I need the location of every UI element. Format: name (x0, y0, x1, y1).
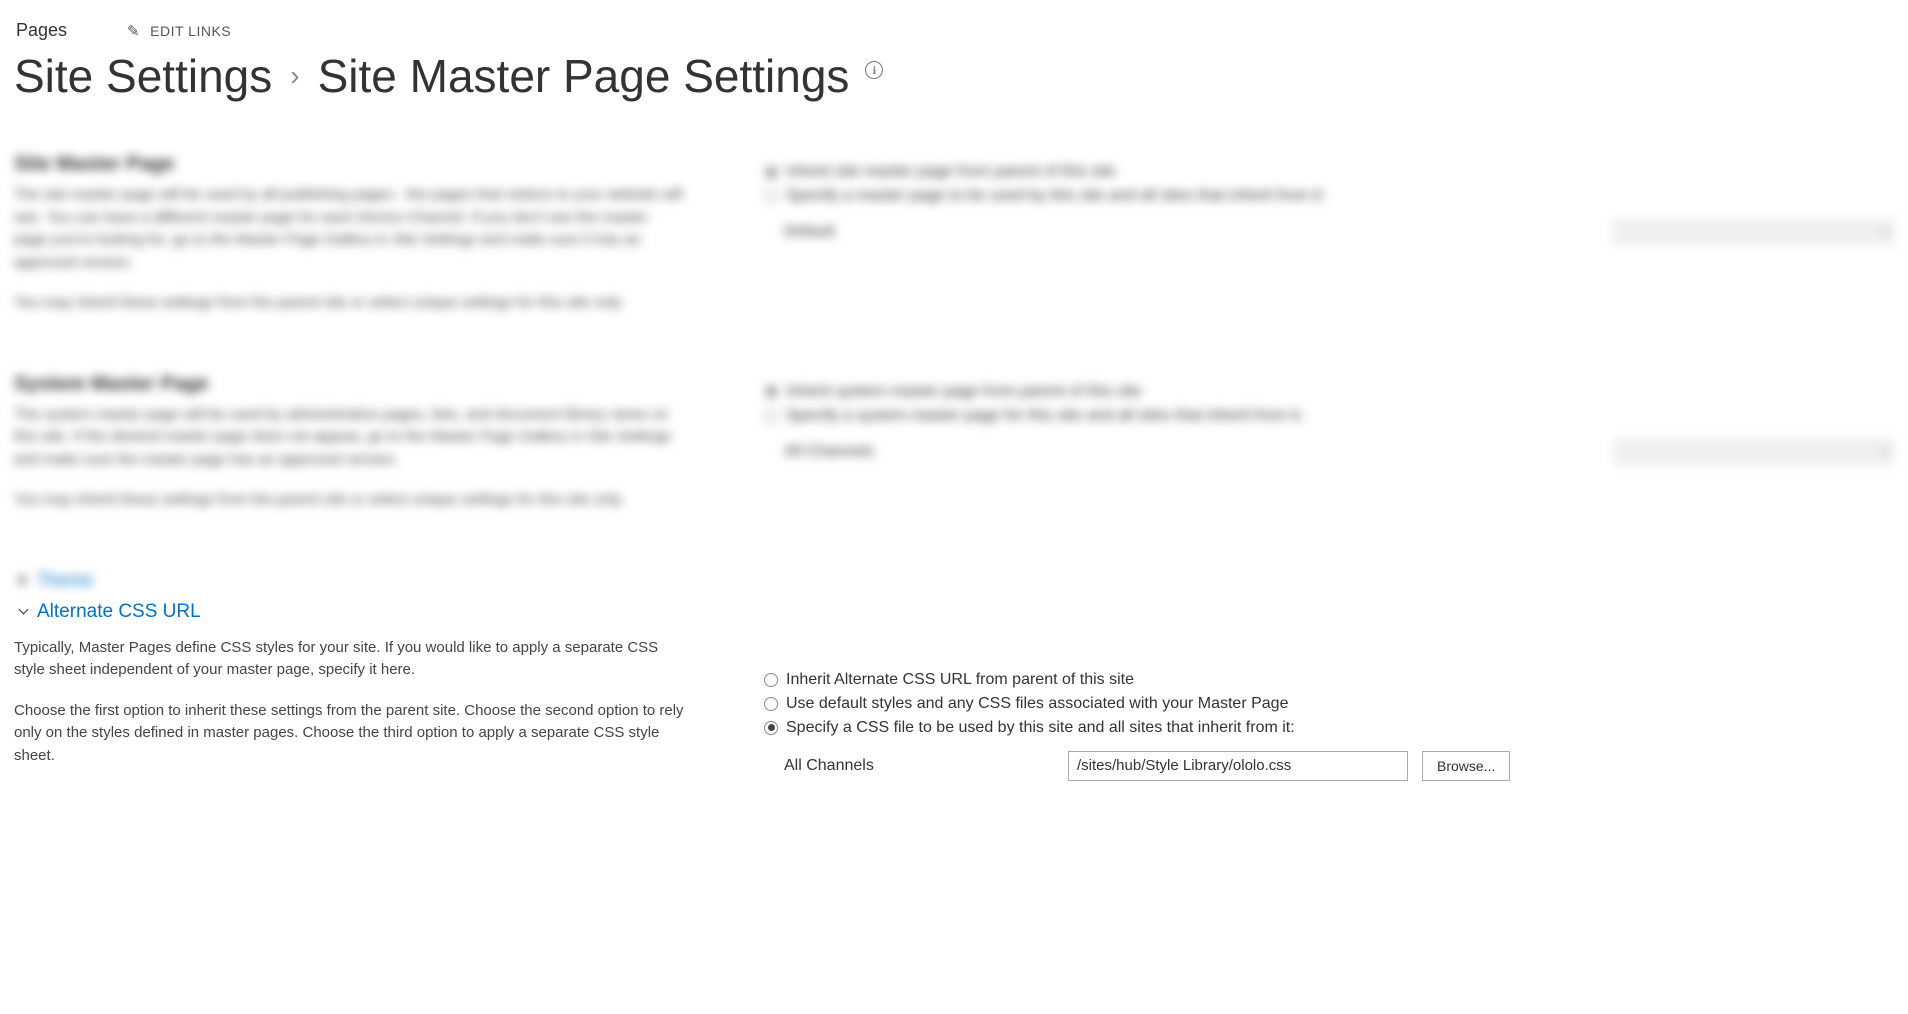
alternate-css-collapsible[interactable]: Alternate CSS URL (20, 601, 1894, 623)
radio-icon (764, 385, 778, 399)
radio-label: Inherit site master page from parent of … (786, 163, 1116, 181)
radio-icon (764, 721, 778, 735)
site-master-inherit-radio[interactable]: Inherit site master page from parent of … (764, 163, 1894, 181)
info-icon[interactable]: i (865, 61, 883, 79)
alt-css-channel-label: All Channels (784, 757, 1054, 775)
pencil-icon: ✎ (127, 22, 140, 40)
radio-icon (764, 673, 778, 687)
alt-css-desc1: Typically, Master Pages define CSS style… (14, 637, 684, 682)
system-master-heading: System Master Page (14, 373, 684, 396)
site-master-channel-label: Default (784, 223, 835, 241)
site-master-heading: Site Master Page (14, 153, 684, 176)
radio-label: Specify a CSS file to be used by this si… (786, 719, 1295, 737)
edit-links-label: EDIT LINKS (150, 23, 231, 39)
site-master-specify-radio[interactable]: Specify a master page to be used by this… (764, 187, 1894, 205)
radio-label: Specify a system master page for this si… (786, 407, 1304, 425)
theme-link-label: Theme (37, 570, 93, 591)
alt-css-path-input[interactable] (1068, 751, 1408, 781)
theme-collapsible[interactable]: Theme (20, 570, 1894, 591)
radio-label: Inherit Alternate CSS URL from parent of… (786, 671, 1134, 689)
alt-css-desc2: Choose the first option to inherit these… (14, 700, 684, 768)
alt-css-inherit-radio[interactable]: Inherit Alternate CSS URL from parent of… (764, 671, 1894, 689)
system-master-specify-radio[interactable]: Specify a system master page for this si… (764, 407, 1894, 425)
breadcrumb-current: Site Master Page Settings (318, 49, 850, 103)
triangle-down-icon (19, 605, 29, 615)
alt-css-specify-radio[interactable]: Specify a CSS file to be used by this si… (764, 719, 1894, 737)
system-master-page-section: System Master Page The system master pag… (14, 373, 1894, 530)
site-master-page-section: Site Master Page The site master page wi… (14, 153, 1894, 333)
system-master-dropdown[interactable]: ▾ (1614, 439, 1894, 465)
site-master-desc2: You may inherit these settings from the … (14, 292, 684, 315)
radio-icon (764, 189, 778, 203)
alternate-css-section: Typically, Master Pages define CSS style… (14, 637, 1894, 786)
pages-link[interactable]: Pages (16, 20, 67, 41)
breadcrumb-root[interactable]: Site Settings (14, 49, 272, 103)
alt-css-default-radio[interactable]: Use default styles and any CSS files ass… (764, 695, 1894, 713)
radio-label: Use default styles and any CSS files ass… (786, 695, 1288, 713)
system-master-desc1: The system master page will be used by a… (14, 404, 684, 472)
radio-label: Specify a master page to be used by this… (786, 187, 1326, 205)
system-master-desc2: You may inherit these settings from the … (14, 489, 684, 512)
radio-icon (764, 697, 778, 711)
system-master-channel-label: All Channels (784, 443, 874, 461)
triangle-right-icon (20, 575, 27, 585)
alternate-css-heading: Alternate CSS URL (37, 601, 201, 623)
chevron-right-icon: › (290, 60, 299, 92)
page-title: Site Settings › Site Master Page Setting… (14, 49, 1894, 103)
site-master-dropdown[interactable]: ▾ (1614, 219, 1894, 245)
radio-icon (764, 165, 778, 179)
browse-button[interactable]: Browse... (1422, 751, 1510, 781)
site-master-desc1: The site master page will be used by all… (14, 184, 684, 274)
radio-label: Inherit system master page from parent o… (786, 383, 1142, 401)
edit-links-button[interactable]: ✎ EDIT LINKS (127, 22, 231, 40)
system-master-inherit-radio[interactable]: Inherit system master page from parent o… (764, 383, 1894, 401)
radio-icon (764, 409, 778, 423)
